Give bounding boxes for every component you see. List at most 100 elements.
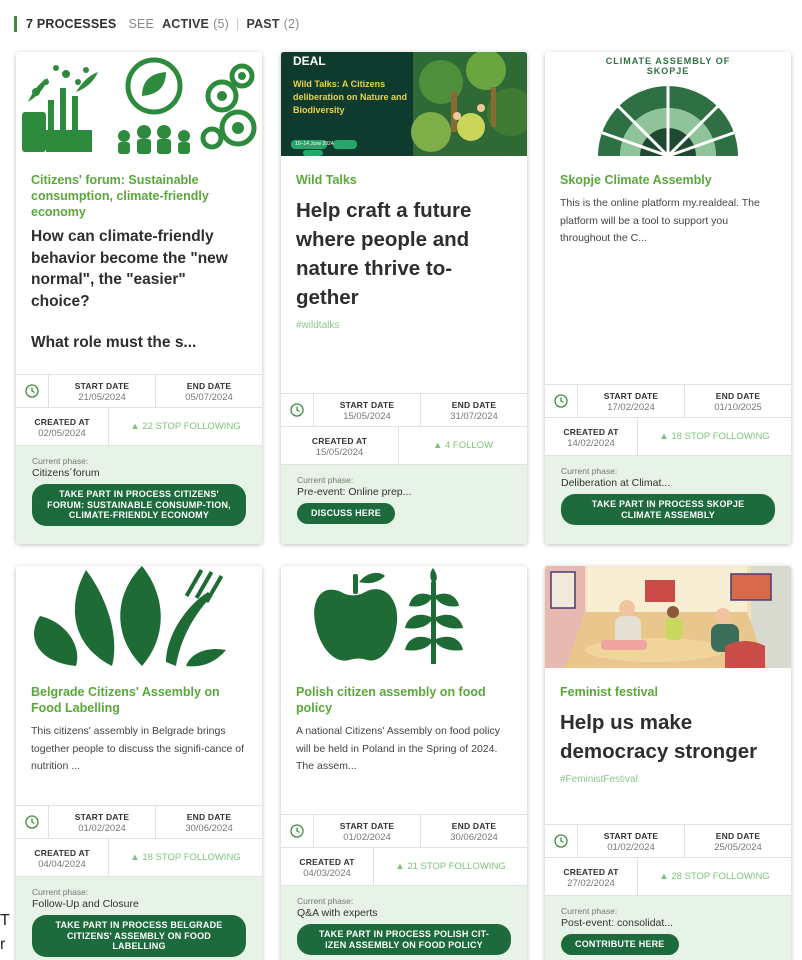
process-title[interactable]: Belgrade Citizens' Assembly on Food Labe… [31, 684, 247, 716]
current-phase-value: Pre-event: Online prep... [297, 486, 412, 498]
card-footer: Current phase: Pre-event: Online prep...… [281, 464, 527, 544]
card-footer: Current phase: Follow-Up and Closure TAK… [16, 876, 262, 960]
dates-row: START DATE 15/05/2024 END DATE 31/07/202… [281, 393, 527, 426]
card-image [545, 566, 791, 668]
process-title[interactable]: Feminist festival [560, 684, 776, 700]
end-date-cell: END DATE 01/10/2025 [685, 385, 791, 417]
start-date-value: 01/02/2024 [607, 842, 655, 853]
take-part-button[interactable]: TAKE PART IN PROCESS SKOPJE CLIMATE ASSE… [561, 494, 775, 525]
follow-button[interactable]: ▲ 18 STOP FOLLOWING [109, 839, 262, 876]
banner-text: CLIMATE ASSEMBLY OF SKOPJE [605, 56, 731, 76]
clock-icon [281, 815, 314, 847]
clock-icon [281, 394, 314, 426]
end-date-cell: END DATE 30/06/2024 [421, 815, 527, 847]
end-date-value: 01/10/2025 [714, 402, 762, 413]
filter-separator: | [236, 17, 240, 31]
sustainability-illustration [22, 57, 257, 154]
clock-icon [16, 375, 49, 407]
card-footer: Current phase: Citizens´forum TAKE PART … [16, 445, 262, 544]
contribute-here-button[interactable]: CONTRIBUTE HERE [561, 934, 679, 955]
card-image: DEAL Wild Talks: A Citizens deliberation… [281, 52, 527, 156]
end-date-value: 30/06/2024 [185, 823, 233, 834]
process-subtitle: Help us make democracy stronger [560, 711, 758, 763]
created-at-label: CREATED AT [299, 857, 355, 867]
process-card-feminist-festival[interactable]: Feminist festival Help us make democracy… [545, 566, 791, 960]
filter-past-label: PAST [246, 17, 280, 31]
card-image [16, 566, 262, 670]
current-phase-label: Current phase: [297, 475, 354, 485]
banner-title: Wild Talks: A Citizens deliberation on N… [293, 79, 408, 115]
follow-button[interactable]: ▲ 18 STOP FOLLOWING [638, 418, 791, 455]
created-at-value: 04/04/2024 [38, 859, 86, 870]
start-date-cell: START DATE 17/02/2024 [578, 385, 685, 417]
created-at-value: 27/02/2024 [567, 878, 615, 889]
process-subtitle-continued: What role must the s... [31, 334, 197, 351]
start-date-cell: START DATE 01/02/2024 [578, 825, 685, 857]
discuss-here-button[interactable]: DISCUSS HERE [297, 503, 395, 524]
created-row: CREATED AT 14/02/2024 ▲ 18 STOP FOLLOWIN… [545, 417, 791, 455]
dates-row: START DATE 01/02/2024 END DATE 25/05/202… [545, 824, 791, 857]
process-title[interactable]: Skopje Climate Assembly [560, 172, 776, 188]
see-label: SEE [128, 17, 155, 31]
process-title[interactable]: Citizens' forum: Sustainable consumption… [31, 172, 247, 220]
edge-glyph-2: r [0, 936, 6, 953]
process-card-belgrade[interactable]: Belgrade Citizens' Assembly on Food Labe… [16, 566, 262, 960]
process-hashtag[interactable]: #FeministFestival [560, 774, 776, 785]
process-title[interactable]: Wild Talks [296, 172, 512, 188]
card-footer: Current phase: Q&A with experts TAKE PAR… [281, 885, 527, 960]
created-row: CREATED AT 04/03/2024 ▲ 21 STOP FOLLOWIN… [281, 847, 527, 885]
process-filter-bar: 7 PROCESSES SEE ACTIVE (5) | PAST (2) [14, 14, 300, 34]
edge-glyph-1: T [0, 912, 10, 929]
card-image [16, 52, 262, 156]
follow-button[interactable]: ▲ 28 STOP FOLLOWING [638, 858, 791, 895]
filter-past-link[interactable]: PAST (2) [246, 17, 299, 31]
filter-accent-bar [14, 16, 17, 32]
filter-past-count: (2) [283, 17, 300, 31]
current-phase-value: Citizens´forum [32, 467, 100, 479]
process-card-citizens-forum[interactable]: Citizens' forum: Sustainable consumption… [16, 52, 262, 544]
process-subtitle: How can climate-friendly behavior become… [31, 228, 228, 310]
start-date-label: START DATE [74, 812, 130, 822]
start-date-label: START DATE [74, 381, 130, 391]
take-part-button[interactable]: TAKE PART IN PROCESS BELGRADE CITIZENS' … [32, 915, 246, 957]
process-card-polish[interactable]: Polish citizen assembly on food policy A… [281, 566, 527, 960]
start-date-value: 01/02/2024 [343, 832, 391, 843]
clock-icon [545, 825, 578, 857]
follow-button[interactable]: ▲ 4 FOLLOW [399, 427, 527, 464]
card-body: Belgrade Citizens' Assembly on Food Labe… [16, 684, 262, 776]
filter-active-label: ACTIVE [162, 17, 210, 31]
created-at-label: CREATED AT [34, 848, 90, 858]
card-body: Polish citizen assembly on food policy A… [281, 684, 527, 776]
process-hashtag[interactable]: #wildtalks [296, 320, 512, 331]
filter-active-link[interactable]: ACTIVE (5) [162, 17, 229, 31]
end-date-value: 05/07/2024 [185, 392, 233, 403]
take-part-button[interactable]: TAKE PART IN PROCESS POLISH CIT-IZEN ASS… [297, 924, 511, 955]
take-part-button[interactable]: TAKE PART IN PROCESS CITIZENS' FORUM: SU… [32, 484, 246, 526]
start-date-value: 15/05/2024 [343, 411, 391, 422]
filter-active-count: (5) [213, 17, 229, 31]
start-date-cell: START DATE 15/05/2024 [314, 394, 421, 426]
clock-icon [545, 385, 578, 417]
process-card-skopje[interactable]: CLIMATE ASSEMBLY OF SKOPJE Skopje Climat… [545, 52, 791, 544]
start-date-label: START DATE [339, 821, 395, 831]
card-image: CLIMATE ASSEMBLY OF SKOPJE [545, 52, 791, 156]
created-at-cell: CREATED AT 04/04/2024 [16, 839, 109, 876]
follow-button[interactable]: ▲ 21 STOP FOLLOWING [374, 848, 527, 885]
banner-brand: DEAL [293, 54, 326, 68]
card-footer: Current phase: Deliberation at Climat...… [545, 455, 791, 544]
current-phase-label: Current phase: [561, 906, 618, 916]
dates-row: START DATE 17/02/2024 END DATE 01/10/202… [545, 384, 791, 417]
created-at-cell: CREATED AT 27/02/2024 [545, 858, 638, 895]
current-phase-value: Deliberation at Climat... [561, 477, 671, 489]
start-date-cell: START DATE 01/02/2024 [314, 815, 421, 847]
start-date-label: START DATE [603, 391, 659, 401]
follow-button[interactable]: ▲ 22 STOP FOLLOWING [109, 408, 262, 445]
process-card-wild-talks[interactable]: DEAL Wild Talks: A Citizens deliberation… [281, 52, 527, 544]
current-phase-label: Current phase: [32, 887, 89, 897]
process-title[interactable]: Polish citizen assembly on food policy [296, 684, 512, 716]
current-phase-label: Current phase: [561, 466, 618, 476]
start-date-value: 01/02/2024 [78, 823, 126, 834]
card-body: Skopje Climate Assembly This is the onli… [545, 172, 791, 248]
process-subtitle: Help craft a future where people and nat… [296, 199, 472, 309]
start-date-cell: START DATE 21/05/2024 [49, 375, 156, 407]
